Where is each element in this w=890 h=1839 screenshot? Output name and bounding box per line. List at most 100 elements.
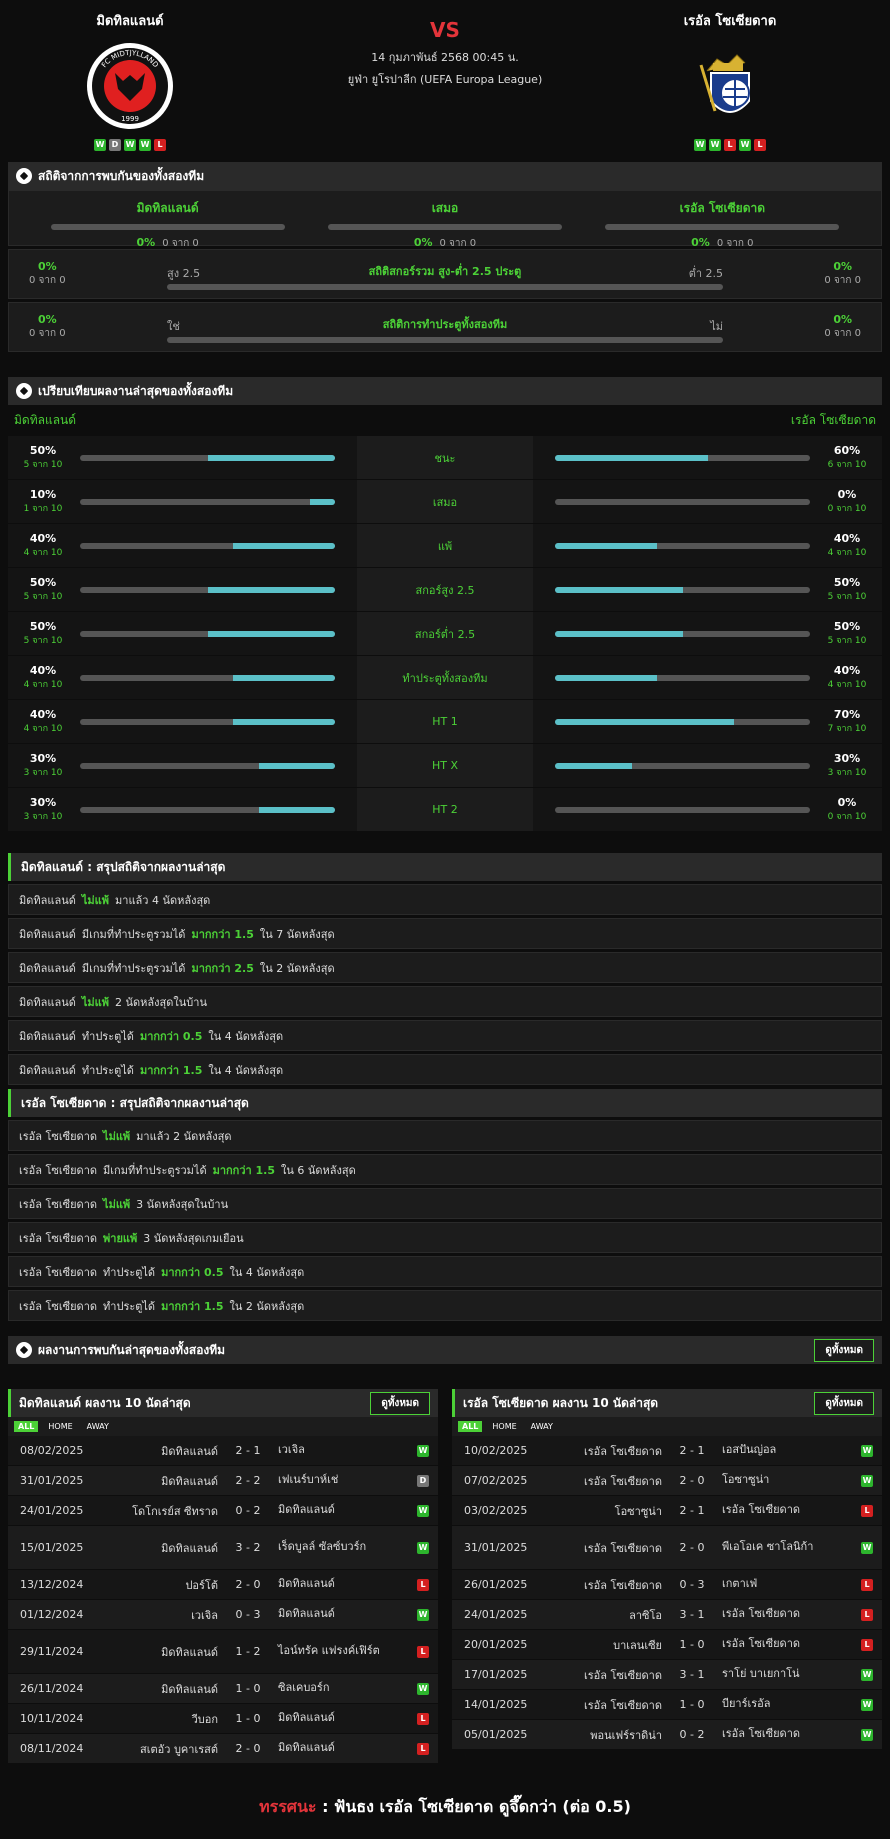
match-row[interactable]: 20/01/2025 บาเลนเซีย 1 - 0 เรอัล โซเซียดาด L xyxy=(452,1630,882,1660)
away-see-all-button[interactable]: ดูทั้งหมด xyxy=(814,1391,874,1415)
compare-home-side: 40% 4 จาก 10 xyxy=(8,656,357,699)
match-away: มิดทิลแลนด์ xyxy=(278,1711,335,1725)
match-header: มิดทิลแลนด์ FC MIDTJYLLAND 1999 WDWWL VS… xyxy=(0,0,890,160)
match-row[interactable]: 31/01/2025 เรอัล โซเซียดาด 2 - 0 พีเอโอเค ซ… xyxy=(452,1526,882,1570)
match-row[interactable]: 05/01/2025 พอนเฟร์ราดิน่า 0 - 2 เรอัล โซเซี… xyxy=(452,1720,882,1750)
pct-value: 30% xyxy=(833,752,861,765)
pct-value: 40% xyxy=(833,664,861,677)
tab-all[interactable]: ALL xyxy=(14,1421,39,1432)
compare-away-side: 40% 4 จาก 10 xyxy=(533,656,882,699)
recent-header: ผลงานการพบกันล่าสุดของทั้งสองทีม ดูทั้งห… xyxy=(8,1336,882,1364)
home-match-list: 08/02/2025 มิดทิลแลนด์ 2 - 1 เวเจิล W 31/01/2… xyxy=(8,1436,438,1764)
match-row[interactable]: 08/11/2024 สเตอัว บูคาเรสต์ 2 - 0 มิดทิลแลน… xyxy=(8,1734,438,1764)
summary-text: 2 นัดหลังสุดในบ้าน xyxy=(115,995,207,1009)
result-badge: L xyxy=(861,1638,873,1651)
match-row[interactable]: 03/02/2025 โอซาซูน่า 2 - 1 เรอัล โซเซียดาด L xyxy=(452,1496,882,1526)
match-score: 3 - 2 xyxy=(235,1541,261,1554)
match-row[interactable]: 14/01/2025 เรอัล โซเซียดาด 1 - 0 บียาร์เรอั… xyxy=(452,1690,882,1720)
match-date: 01/12/2024 xyxy=(20,1608,84,1621)
result-badge: W xyxy=(417,1444,429,1457)
form-badge: W xyxy=(124,139,136,151)
summary-row: เรอัล โซเซียดาด ไม่แพ้ มาแล้ว 2 นัดหลังสุด xyxy=(8,1120,882,1151)
match-row[interactable]: 26/01/2025 เรอัล โซเซียดาด 0 - 3 เกตาเฟ่ L xyxy=(452,1570,882,1600)
match-score: 1 - 0 xyxy=(679,1698,705,1711)
compare-home-side: 30% 3 จาก 10 xyxy=(8,788,357,831)
pct-value: 30% xyxy=(29,752,57,765)
match-row[interactable]: 15/01/2025 มิดทิลแลนด์ 3 - 2 เร็ดบูลล์ ซัลซ… xyxy=(8,1526,438,1570)
pct-value: 0% xyxy=(837,796,857,809)
match-row[interactable]: 10/11/2024 วีบอก 1 - 0 มิดทิลแลนด์ L xyxy=(8,1704,438,1734)
tab-home[interactable]: HOME xyxy=(488,1421,520,1432)
tab-home[interactable]: HOME xyxy=(44,1421,76,1432)
match-row[interactable]: 24/01/2025 โดโกเรย์ส ซีทราด 0 - 2 มิดทิลแลน… xyxy=(8,1496,438,1526)
see-all-button[interactable]: ดูทั้งหมด xyxy=(814,1338,874,1362)
match-away: เร็ดบูลล์ ซัลซ์บวร์ก xyxy=(278,1540,367,1554)
away-pct: 40% 4 จาก 10 xyxy=(822,664,872,691)
home-bar-fill xyxy=(233,718,335,725)
match-date: 10/11/2024 xyxy=(20,1712,84,1725)
compare-label: เสมอ xyxy=(357,480,533,523)
match-score: 2 - 1 xyxy=(679,1444,705,1457)
result-badge: L xyxy=(417,1578,429,1591)
home-bar-fill xyxy=(233,674,335,681)
match-row[interactable]: 17/01/2025 เรอัล โซเซียดาด 3 - 1 ราโย่ บาเย… xyxy=(452,1660,882,1690)
match-away: เรอัล โซเซียดาด xyxy=(722,1727,801,1741)
ou-bar xyxy=(167,284,723,290)
match-row[interactable]: 29/11/2024 มิดทิลแลนด์ 1 - 2 ไอน์ทรัค แฟรงค… xyxy=(8,1630,438,1674)
pct-count: 4 จาก 10 xyxy=(827,680,867,690)
home-see-all-button[interactable]: ดูทั้งหมด xyxy=(370,1391,430,1415)
match-home: วีบอก xyxy=(191,1712,218,1726)
form-badge: D xyxy=(109,139,121,151)
match-result: W xyxy=(852,1698,882,1711)
h2h-draw-bar xyxy=(327,224,562,230)
result-badge: W xyxy=(861,1728,873,1741)
match-away: พีเอโอเค ซาโลนิก้า xyxy=(722,1540,814,1554)
match-away: เกตาเฟ่ xyxy=(722,1577,758,1591)
match-row[interactable]: 01/12/2024 เวเจิล 0 - 3 มิดทิลแลนด์ W xyxy=(8,1600,438,1630)
match-home: พอนเฟร์ราดิน่า xyxy=(590,1728,662,1742)
match-date: 29/11/2024 xyxy=(20,1645,84,1658)
match-result: L xyxy=(852,1638,882,1651)
summary-text: มิดทิลแลนด์ xyxy=(19,893,76,907)
home-bar-fill xyxy=(258,762,335,769)
match-row[interactable]: 07/02/2025 เรอัล โซเซียดาด 2 - 0 โอซาซูน่า W xyxy=(452,1466,882,1496)
away-bar xyxy=(555,674,810,681)
summary-text: 3 นัดหลังสุดเกมเยือน xyxy=(143,1231,244,1245)
compare-away-side: 0% 0 จาก 10 xyxy=(533,788,882,831)
summary-text: ใน 2 นัดหลังสุด xyxy=(259,961,335,975)
summary-text: มาแล้ว 2 นัดหลังสุด xyxy=(136,1129,232,1143)
summary-text: มิดทิลแลนด์ xyxy=(19,995,76,1009)
match-row[interactable]: 26/11/2024 มิดทิลแลนด์ 1 - 0 ซิลเคบอร์ก W xyxy=(8,1674,438,1704)
compare-row: 50% 5 จาก 10 ชนะ 60% 6 จาก 10 xyxy=(8,436,882,480)
result-badge: W xyxy=(861,1698,873,1711)
tab-away[interactable]: AWAY xyxy=(83,1421,113,1432)
match-away: เรอัล โซเซียดาด xyxy=(722,1637,801,1651)
match-row[interactable]: 13/12/2024 ปอร์โต้ 2 - 0 มิดทิลแลนด์ L xyxy=(8,1570,438,1600)
summary-row: มิดทิลแลนด์ มีเกมที่ทำประตูรวมได้ มากกว่า … xyxy=(8,952,882,983)
match-row[interactable]: 08/02/2025 มิดทิลแลนด์ 2 - 1 เวเจิล W xyxy=(8,1436,438,1466)
match-result: W xyxy=(852,1474,882,1487)
match-result: L xyxy=(408,1645,438,1658)
match-row[interactable]: 24/01/2025 ลาซิโอ 3 - 1 เรอัล โซเซียดาด L xyxy=(452,1600,882,1630)
match-score: 2 - 0 xyxy=(679,1474,705,1487)
match-result: L xyxy=(408,1742,438,1755)
match-row[interactable]: 31/01/2025 มิดทิลแลนด์ 2 - 2 เฟเนร์บาห์เช่ D xyxy=(8,1466,438,1496)
summary-text: มีเกมที่ทำประตูรวมได้ xyxy=(103,1163,207,1177)
away-pct: 40% 4 จาก 10 xyxy=(822,532,872,559)
tab-away[interactable]: AWAY xyxy=(527,1421,557,1432)
home-bar xyxy=(80,542,335,549)
match-date: 03/02/2025 xyxy=(464,1504,528,1517)
match-row[interactable]: 10/02/2025 เรอัล โซเซียดาด 2 - 1 เอสปันญ่อล… xyxy=(452,1436,882,1466)
away-bar-fill xyxy=(555,762,632,769)
tab-all[interactable]: ALL xyxy=(458,1421,483,1432)
summary-row: มิดทิลแลนด์ ไม่แพ้ 2 นัดหลังสุดในบ้าน xyxy=(8,986,882,1017)
summary-row: เรอัล โซเซียดาด มีเกมที่ทำประตูรวมได้ มากก… xyxy=(8,1154,882,1185)
away-team: เรอัล โซเซียดาด WWLWL xyxy=(640,10,820,151)
summary-text: เรอัล โซเซียดาด xyxy=(19,1231,98,1245)
pct-value: 50% xyxy=(833,620,861,633)
compare-away-side: 50% 5 จาก 10 xyxy=(533,612,882,655)
home-bar-fill xyxy=(207,630,335,637)
pct-value: 10% xyxy=(29,488,57,501)
result-badge: L xyxy=(417,1712,429,1725)
h2h-results: มิดทิลแลนด์ 0% 0 จาก 0 เสมอ 0% 0 จาก 0 เ… xyxy=(8,190,882,249)
